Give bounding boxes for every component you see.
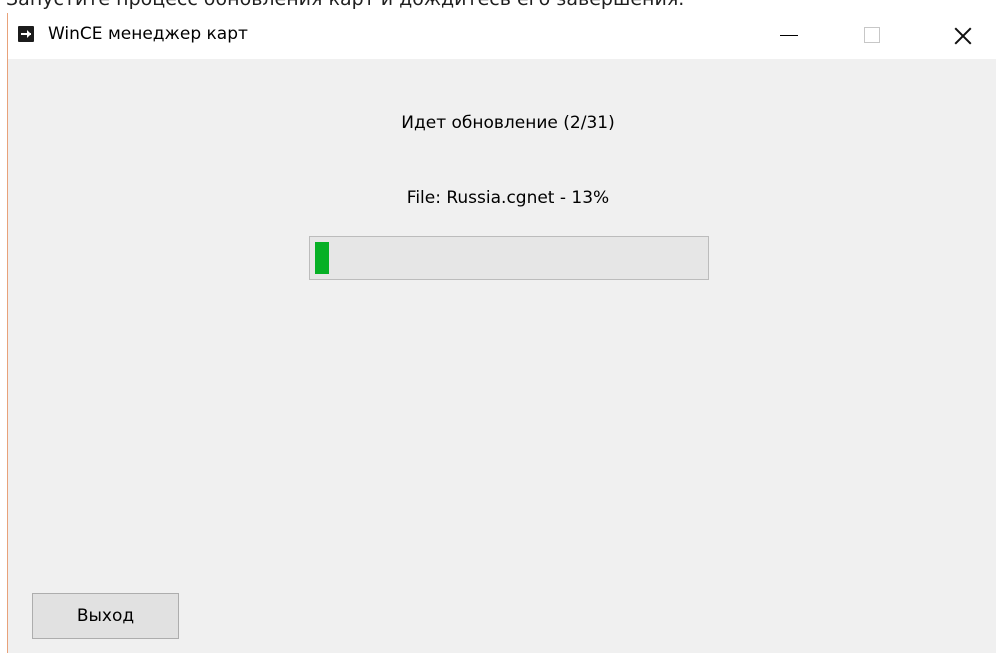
maximize-icon (864, 27, 880, 43)
progress-fill (315, 242, 329, 274)
exit-button[interactable]: Выход (32, 593, 179, 639)
progress-bar (309, 236, 709, 280)
update-status: Идет обновление (2/31) (401, 113, 615, 133)
minimize-icon (780, 35, 798, 36)
background-instruction-text: Запустите процесс обновления карт и дожд… (6, 0, 996, 10)
title-bar[interactable]: WinCE менеджер карт (8, 13, 996, 59)
maximize-button[interactable] (844, 13, 904, 59)
minimize-button[interactable] (758, 13, 818, 59)
close-button[interactable] (932, 13, 992, 59)
window-title: WinCE менеджер карт (48, 24, 248, 44)
file-progress-status: File: Russia.cgnet - 13% (406, 188, 610, 208)
close-icon (952, 25, 974, 47)
screen: Запустите процесс обновления карт и дожд… (0, 0, 998, 655)
app-icon (18, 26, 34, 42)
map-manager-window: WinCE менеджер карт Идет обновление (2/3… (7, 13, 996, 653)
